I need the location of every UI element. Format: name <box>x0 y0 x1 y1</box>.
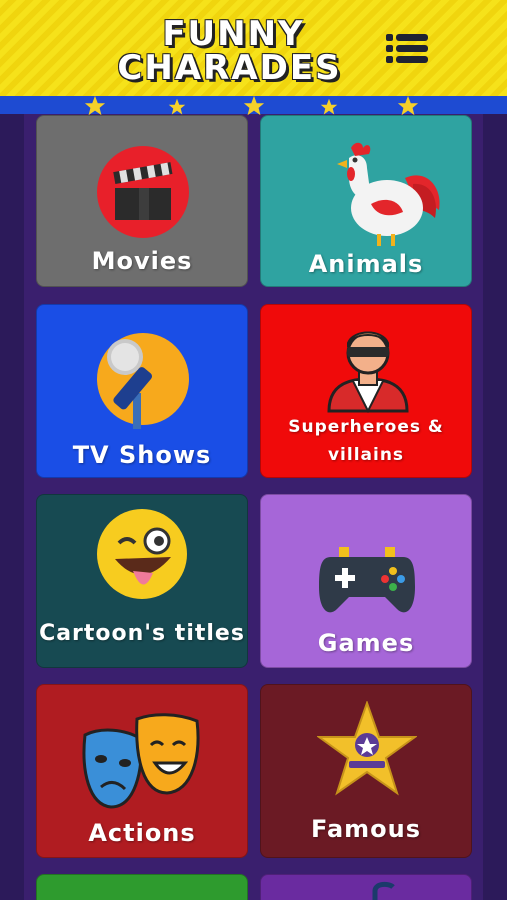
partial-icon <box>372 881 395 900</box>
category-tile-movies[interactable]: Movies <box>36 115 248 287</box>
header-banner: FUNNY CHARADES <box>0 0 507 96</box>
masked-hero-icon <box>327 331 409 413</box>
rooster-icon <box>337 142 440 246</box>
star-icon <box>84 95 106 116</box>
category-tile-games[interactable]: Games <box>260 494 472 668</box>
star-icon <box>243 95 265 116</box>
category-label: Cartoon's titles <box>39 621 245 646</box>
category-label: Games <box>317 629 415 657</box>
microphone-icon <box>97 333 189 429</box>
category-label: Movies <box>91 247 193 275</box>
category-label: Famous <box>310 815 422 843</box>
category-tile-superheroes[interactable]: Superheroes & villains <box>260 304 472 478</box>
left-rail <box>0 114 24 900</box>
category-label: TV Shows <box>72 441 212 469</box>
gamepad-icon <box>319 547 415 613</box>
star-icon <box>320 98 338 115</box>
category-label: Animals <box>308 250 424 278</box>
star-icon <box>168 98 186 115</box>
theater-masks-icon <box>82 713 200 809</box>
category-tile-famous[interactable]: Famous <box>260 684 472 858</box>
category-tile-cartoons[interactable]: Cartoon's titles <box>36 494 248 668</box>
category-label-line2: villains <box>327 445 405 465</box>
star-award-icon <box>317 701 417 796</box>
category-tile-actions[interactable]: Actions <box>36 684 248 858</box>
category-tile-partial[interactable] <box>260 874 472 900</box>
category-label-line1: Superheroes & <box>288 417 444 437</box>
menu-icon[interactable] <box>386 30 430 66</box>
category-tile-animals[interactable]: Animals <box>260 115 472 287</box>
category-label: Actions <box>88 819 196 847</box>
right-rail <box>483 114 507 900</box>
category-tile-tv-shows[interactable]: TV Shows <box>36 304 248 478</box>
star-icon <box>397 95 419 116</box>
category-tile-partial[interactable] <box>36 874 248 900</box>
clapperboard-icon <box>97 146 189 238</box>
winking-emoji-icon <box>97 509 187 599</box>
